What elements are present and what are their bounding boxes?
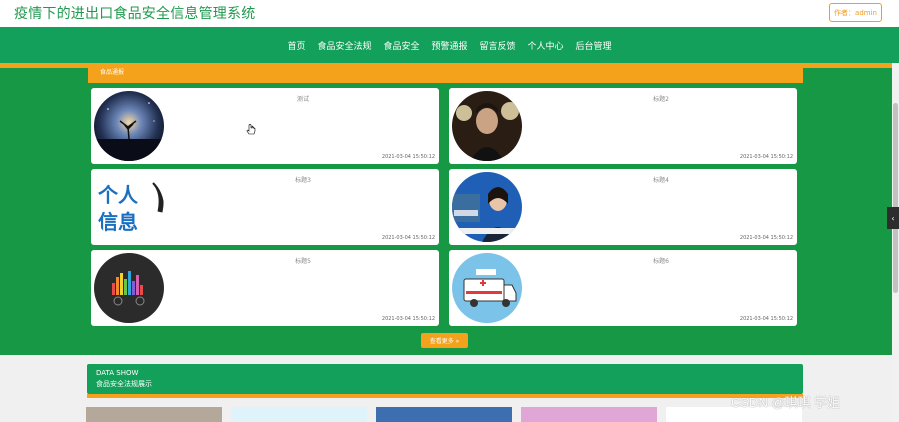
- news-card[interactable]: 个人 信息 标题3 2021-03-04 15:50:12: [91, 169, 439, 245]
- card-title: 标题5: [295, 258, 311, 265]
- news-card[interactable]: 标题5 2021-03-04 15:50:12: [91, 250, 439, 326]
- card-date: 2021-03-04 15:50:12: [739, 235, 793, 241]
- nav-item-admin[interactable]: 后台管理: [576, 39, 612, 52]
- data-show-title-cn: 食品安全法规展示: [96, 380, 152, 388]
- card-date: 2021-03-04 15:50:12: [381, 154, 435, 160]
- card-title: 标题3: [295, 177, 311, 184]
- data-show-title-en: DATA SHOW: [96, 369, 139, 377]
- card-title: 标题6: [653, 258, 669, 265]
- card-thumbnail[interactable]: [452, 91, 522, 161]
- chevron-left-icon[interactable]: ‹: [887, 207, 899, 229]
- card-thumbnail[interactable]: [94, 253, 164, 323]
- svg-text:个人: 个人: [97, 183, 139, 207]
- card-title: 标题2: [653, 96, 669, 103]
- site-title: 疫情下的进出口食品安全信息管理系统: [14, 5, 256, 21]
- data-show-header: DATA SHOW 食品安全法规展示: [87, 364, 803, 394]
- regulation-thumbnail[interactable]: [86, 407, 222, 422]
- card-date: 2021-03-04 15:50:12: [381, 316, 435, 322]
- card-thumbnail[interactable]: [452, 253, 522, 323]
- news-card[interactable]: 标题4 2021-03-04 15:50:12: [449, 169, 797, 245]
- regulation-thumbnail[interactable]: [376, 407, 512, 422]
- data-show-divider: [87, 394, 803, 398]
- watermark: CSDN @琪琪 学姐: [731, 395, 841, 410]
- news-card[interactable]: 测试 2021-03-04 15:50:12: [91, 88, 439, 164]
- hand-cursor-icon: [246, 124, 256, 135]
- news-card[interactable]: 标题2 2021-03-04 15:50:12: [449, 88, 797, 164]
- card-date: 2021-03-04 15:50:12: [739, 316, 793, 322]
- news-card[interactable]: 标题6 2021-03-04 15:50:12: [449, 250, 797, 326]
- card-date: 2021-03-04 15:50:12: [739, 154, 793, 160]
- card-thumbnail[interactable]: [94, 91, 164, 161]
- scrollbar-thumb[interactable]: [893, 103, 898, 293]
- svg-text:信息: 信息: [98, 210, 138, 234]
- section-header-label: 食品通报: [100, 69, 125, 76]
- top-bar: 疫情下的进出口食品安全信息管理系统 作者：admin: [0, 0, 899, 27]
- regulation-thumbnail[interactable]: [521, 407, 657, 422]
- nav-item-profile[interactable]: 个人中心: [528, 39, 564, 52]
- author-badge[interactable]: 作者：admin: [829, 3, 882, 22]
- nav-item-feedback[interactable]: 留言反馈: [480, 39, 516, 52]
- main-nav: 首页 食品安全法规 食品安全 预警通报 留言反馈 个人中心 后台管理: [0, 27, 899, 63]
- nav-item-food-safety[interactable]: 食品安全: [383, 39, 419, 52]
- card-title: 测试: [296, 96, 309, 103]
- view-more-button[interactable]: 查看更多 »: [421, 333, 468, 348]
- nav-item-home[interactable]: 首页: [287, 39, 305, 52]
- nav-item-regulations[interactable]: 食品安全法规: [317, 39, 371, 52]
- card-thumbnail[interactable]: 个人 信息: [94, 172, 164, 242]
- section-header: 食品通报: [88, 63, 803, 83]
- card-date: 2021-03-04 15:50:12: [381, 235, 435, 241]
- nav-item-alerts[interactable]: 预警通报: [431, 39, 467, 52]
- card-title: 标题4: [653, 177, 669, 184]
- card-thumbnail[interactable]: [452, 172, 522, 242]
- regulation-thumbnail[interactable]: [231, 407, 367, 422]
- page-scrollbar[interactable]: [892, 63, 899, 422]
